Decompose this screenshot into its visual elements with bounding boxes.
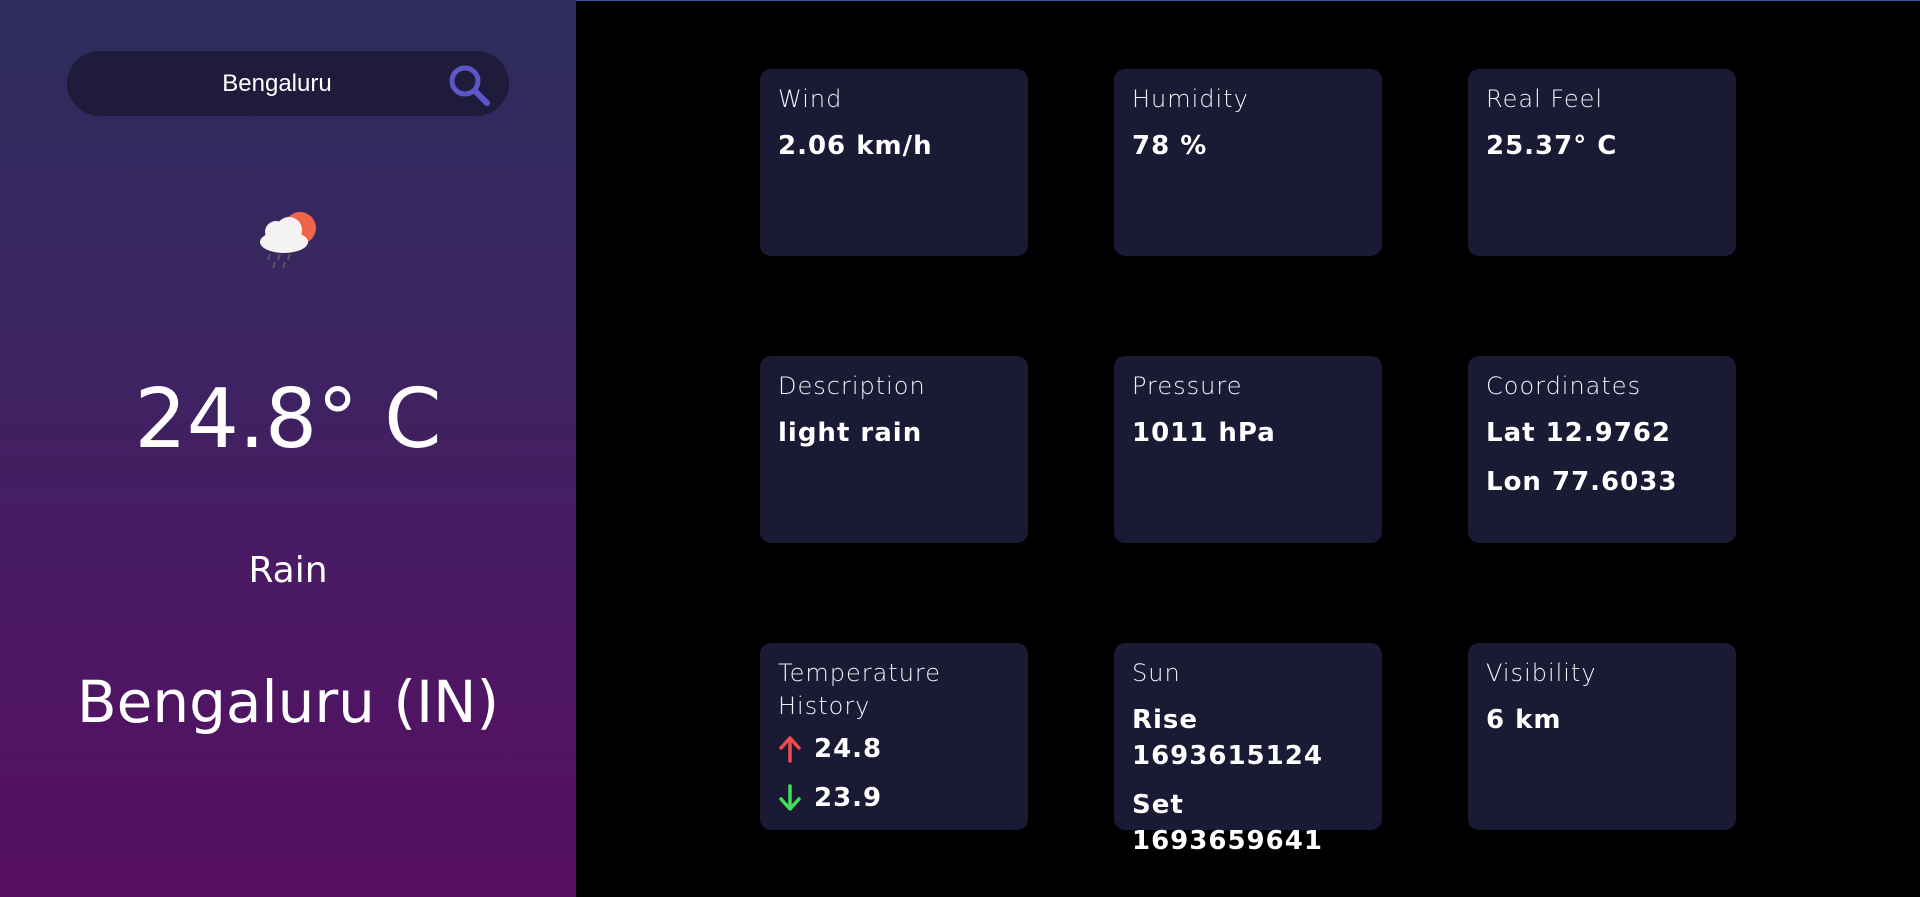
card-title: Description [778, 372, 926, 400]
real-feel-card: Real Feel 25.37° C [1468, 69, 1736, 256]
search-icon[interactable] [447, 63, 491, 107]
sunrise-value: Rise 1693615124 [1132, 705, 1323, 771]
min-temperature-row: 23.9 [778, 780, 1010, 816]
coordinates-card: Coordinates Lat 12.9762 Lon 77.6033 [1468, 356, 1736, 543]
current-temperature: 24.8° C [134, 372, 442, 467]
arrow-down-icon [779, 784, 801, 811]
min-temperature-value: 23.9 [814, 783, 883, 813]
arrow-up-icon [779, 736, 801, 763]
weather-condition: Rain [248, 550, 328, 591]
card-title: Temperature History [778, 659, 942, 720]
humidity-value: 78 % [1132, 131, 1208, 161]
card-title: Pressure [1132, 372, 1243, 400]
latitude-value: Lat 12.9762 [1486, 418, 1672, 448]
humidity-card: Humidity 78 % [1114, 69, 1382, 256]
pressure-card: Pressure 1011 hPa [1114, 356, 1382, 543]
card-title: Humidity [1132, 85, 1249, 113]
card-title: Sun [1132, 659, 1181, 687]
description-card: Description light rain [760, 356, 1028, 543]
city-name: Bengaluru (IN) [76, 668, 500, 736]
wind-card: Wind 2.06 km/h [760, 69, 1028, 256]
max-temperature-value: 24.8 [814, 734, 883, 764]
card-title: Real Feel [1486, 85, 1604, 113]
real-feel-value: 25.37° C [1486, 131, 1618, 161]
longitude-value: Lon 77.6033 [1486, 467, 1678, 497]
temperature-history-card: Temperature History 24.8 23.9 [760, 643, 1028, 830]
current-weather-panel: 24.8° C Rain Bengaluru (IN) [0, 0, 576, 897]
search-bar [67, 51, 509, 116]
wind-value: 2.06 km/h [778, 131, 933, 161]
sun-card: Sun Rise 1693615124 Set 1693659641 [1114, 643, 1382, 856]
card-title: Coordinates [1486, 372, 1642, 400]
description-value: light rain [778, 418, 923, 448]
search-input[interactable] [127, 51, 427, 116]
pressure-value: 1011 hPa [1132, 418, 1276, 448]
sunset-value: Set 1693659641 [1132, 790, 1323, 856]
max-temperature-row: 24.8 [778, 731, 1010, 767]
visibility-card: Visibility 6 km [1468, 643, 1736, 830]
visibility-value: 6 km [1486, 705, 1562, 735]
rain-cloud-sun-icon [260, 212, 316, 269]
card-title: Wind [778, 85, 843, 113]
card-title: Visibility [1486, 659, 1597, 687]
